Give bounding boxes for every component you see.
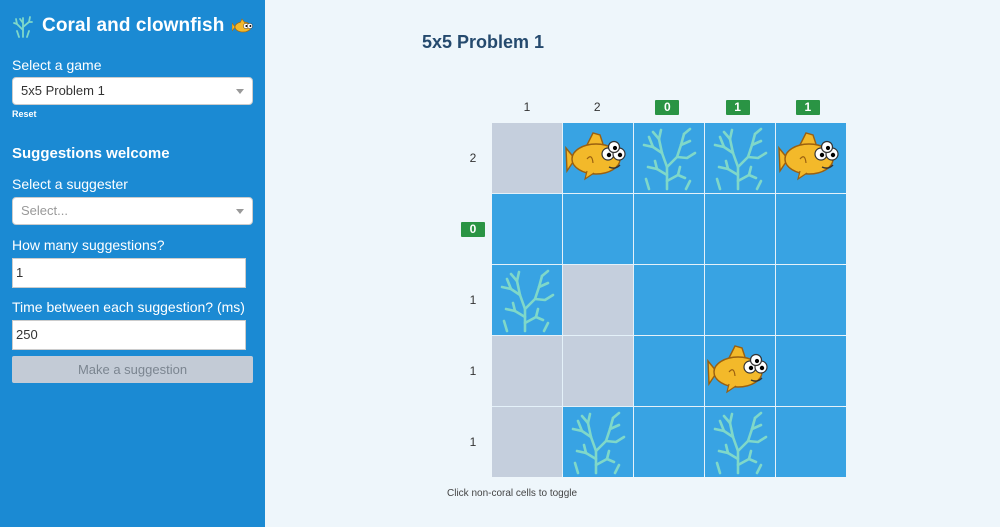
grid-cell-water[interactable] (776, 407, 846, 477)
chevron-down-icon (236, 209, 244, 214)
puzzle-grid (492, 123, 846, 477)
count-label: How many suggestions? (12, 237, 165, 253)
suggester-select[interactable]: Select... (12, 197, 253, 225)
satisfied-hint-badge: 0 (655, 100, 680, 115)
grid-cell-water[interactable] (776, 336, 846, 406)
clownfish-icon (707, 345, 768, 394)
grid-cell-coral (492, 265, 562, 335)
coral-icon (713, 411, 768, 475)
chevron-down-icon (236, 89, 244, 94)
suggester-placeholder: Select... (21, 203, 68, 218)
grid-cell-grey[interactable] (492, 407, 562, 477)
hint-value: 1 (469, 293, 477, 307)
grid-cell-water[interactable] (492, 194, 562, 264)
suggester-label: Select a suggester (12, 176, 128, 192)
column-hint-1: 1 (492, 100, 562, 114)
sidebar: Coral and clownfish Select a game 5x5 Pr… (0, 0, 265, 527)
grid-cell-water[interactable] (705, 265, 775, 335)
coral-icon (500, 269, 555, 333)
hint-value: 2 (593, 100, 601, 114)
grid-cell-coral (705, 407, 775, 477)
time-label: Time between each suggestion? (ms) (12, 299, 245, 315)
brand: Coral and clownfish (12, 14, 254, 38)
hint-value: 1 (469, 435, 477, 449)
make-suggestion-button[interactable]: Make a suggestion (12, 356, 253, 383)
time-input[interactable]: 250 (12, 320, 246, 350)
hint-value: 1 (523, 100, 531, 114)
coral-icon (642, 127, 697, 191)
clownfish-icon (565, 132, 626, 181)
game-select-value: 5x5 Problem 1 (21, 83, 105, 98)
satisfied-hint-badge: 1 (795, 100, 820, 115)
grid-cell-coral (705, 123, 775, 193)
count-input[interactable]: 1 (12, 258, 246, 288)
grid-cell-water[interactable] (776, 265, 846, 335)
footer-hint: Click non-coral cells to toggle (447, 488, 578, 499)
grid-cell-grey[interactable] (492, 336, 562, 406)
column-hint-5: 1 (773, 100, 843, 115)
row-hint-5: 1 (455, 435, 491, 449)
grid-cell-fish[interactable] (563, 123, 633, 193)
grid-cell-grey[interactable] (563, 336, 633, 406)
grid-cell-water[interactable] (634, 194, 704, 264)
column-hint-4: 1 (703, 100, 773, 115)
coral-icon (571, 411, 626, 475)
row-hint-3: 1 (455, 293, 491, 307)
row-hint-1: 2 (455, 151, 491, 165)
hint-value: 1 (469, 364, 477, 378)
grid-cell-grey[interactable] (492, 123, 562, 193)
grid-cell-fish[interactable] (776, 123, 846, 193)
grid-cell-coral (563, 407, 633, 477)
satisfied-hint-badge: 0 (461, 222, 485, 237)
grid-cell-water[interactable] (705, 194, 775, 264)
grid-cell-grey[interactable] (563, 265, 633, 335)
satisfied-hint-badge: 1 (725, 100, 750, 115)
hint-value: 2 (469, 151, 477, 165)
app-title: Coral and clownfish (42, 15, 225, 36)
reset-link[interactable]: Reset (12, 109, 37, 119)
game-label: Select a game (12, 57, 102, 73)
grid-cell-water[interactable] (563, 194, 633, 264)
grid-cell-water[interactable] (634, 336, 704, 406)
coral-icon (713, 127, 768, 191)
coral-icon (13, 16, 33, 38)
suggestions-title: Suggestions welcome (12, 145, 170, 162)
column-hint-2: 2 (562, 100, 632, 114)
grid-cell-water[interactable] (634, 265, 704, 335)
row-hint-4: 1 (455, 364, 491, 378)
clownfish-icon (232, 18, 254, 33)
column-hint-3: 0 (632, 100, 702, 115)
grid-cell-water[interactable] (634, 407, 704, 477)
grid-cell-fish[interactable] (705, 336, 775, 406)
grid-cell-coral (634, 123, 704, 193)
row-hint-2: 0 (455, 222, 491, 237)
grid-cell-water[interactable] (776, 194, 846, 264)
game-select[interactable]: 5x5 Problem 1 (12, 77, 253, 105)
clownfish-icon (778, 132, 839, 181)
page-title: 5x5 Problem 1 (422, 32, 545, 52)
